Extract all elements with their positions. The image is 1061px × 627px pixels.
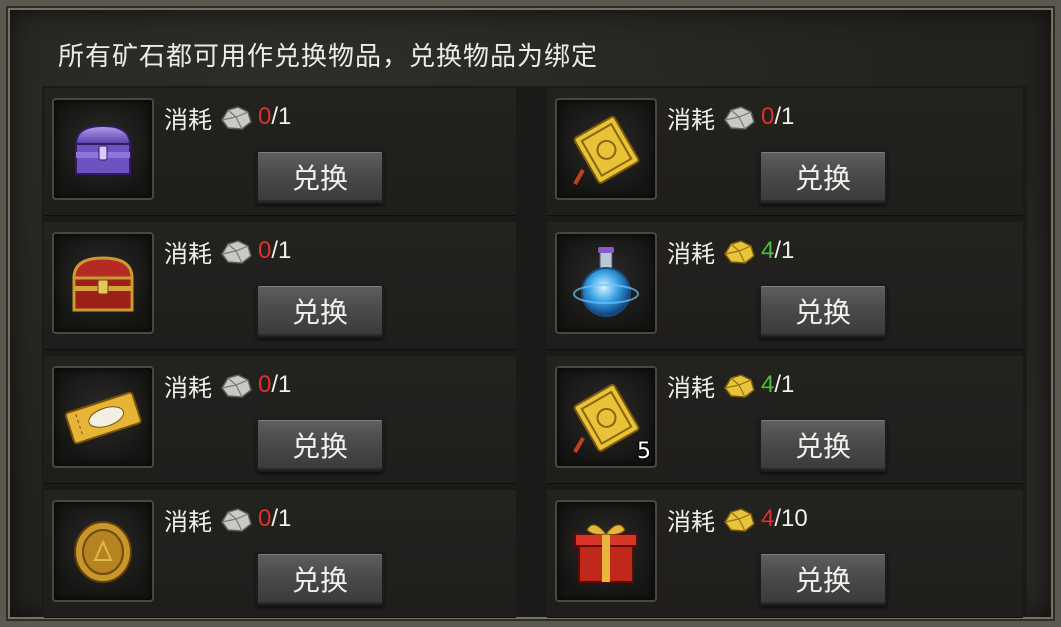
ore-amount: 0/1 — [258, 103, 291, 131]
silver-ore-icon — [221, 106, 252, 130]
required-count: /1 — [271, 103, 292, 130]
exchange-row: 消耗 0/1 兑换 — [44, 490, 516, 618]
cost-label: 消耗 — [667, 239, 715, 268]
item-slot[interactable] — [52, 232, 154, 334]
ore-amount: 4/10 — [761, 505, 808, 533]
required-count: /1 — [774, 103, 795, 130]
exchange-row: 消耗 0/1 兑换 — [44, 88, 516, 216]
item-count: 5 — [637, 439, 651, 464]
cost-line: 消耗 0/1 — [164, 368, 291, 402]
exchange-row: 消耗 4/1 兑换 — [547, 222, 1023, 350]
exchange-button[interactable]: 兑换 — [759, 418, 887, 472]
cost-line: 消耗 4/1 — [667, 234, 794, 268]
cost-label: 消耗 — [667, 373, 715, 402]
silver-ore-icon — [724, 106, 755, 130]
required-count: /1 — [774, 371, 795, 398]
cost-label: 消耗 — [667, 507, 715, 536]
cost-label: 消耗 — [164, 373, 212, 402]
ore-amount: 0/1 — [258, 371, 291, 399]
gold-card-icon — [573, 383, 640, 453]
gold-ore-icon — [724, 240, 755, 264]
cost-line: 消耗 0/1 — [164, 100, 291, 134]
exchange-button[interactable]: 兑换 — [759, 284, 887, 338]
item-slot[interactable] — [555, 500, 657, 602]
exchange-row: 消耗 0/1 兑换 — [547, 88, 1023, 216]
item-slot[interactable] — [555, 98, 657, 200]
item-slot[interactable] — [52, 366, 154, 468]
exchange-row: 5 消耗 4/1 兑换 — [547, 356, 1023, 484]
exchange-row: 消耗 0/1 兑换 — [44, 356, 516, 484]
exchange-window: 所有矿石都可用作兑换物品，兑换物品为绑定 消耗 0/1 兑换 消耗 0/1 兑换… — [0, 0, 1061, 627]
owned-count: 4 — [761, 371, 775, 398]
item-slot[interactable]: 5 — [555, 366, 657, 468]
exchange-button[interactable]: 兑换 — [256, 418, 384, 472]
required-count: /1 — [271, 237, 292, 264]
owned-count: 0 — [258, 505, 272, 532]
cost-line: 消耗 4/10 — [667, 502, 808, 536]
cost-label: 消耗 — [164, 507, 212, 536]
cost-line: 消耗 0/1 — [667, 100, 794, 134]
required-count: /10 — [774, 505, 808, 532]
cost-line: 消耗 0/1 — [164, 234, 291, 268]
exchange-button[interactable]: 兑换 — [759, 150, 887, 204]
red-gift-box-icon — [574, 524, 638, 583]
silver-ore-icon — [221, 508, 252, 532]
owned-count: 0 — [761, 103, 775, 130]
required-count: /1 — [774, 237, 795, 264]
item-slot[interactable] — [555, 232, 657, 334]
cost-label: 消耗 — [667, 105, 715, 134]
exchange-button[interactable]: 兑换 — [256, 150, 384, 204]
cost-label: 消耗 — [164, 105, 212, 134]
owned-count: 0 — [258, 103, 272, 130]
cost-line: 消耗 0/1 — [164, 502, 291, 536]
cost-line: 消耗 4/1 — [667, 368, 794, 402]
item-slot[interactable] — [52, 98, 154, 200]
ore-amount: 4/1 — [761, 371, 794, 399]
gold-ore-icon — [724, 508, 755, 532]
exchange-button[interactable]: 兑换 — [256, 284, 384, 338]
exchange-button[interactable]: 兑换 — [759, 552, 887, 606]
red-chest-icon — [72, 256, 134, 312]
ore-amount: 4/1 — [761, 237, 794, 265]
owned-count: 0 — [258, 371, 272, 398]
gold-ore-icon — [724, 374, 755, 398]
required-count: /1 — [271, 505, 292, 532]
owned-count: 4 — [761, 237, 775, 264]
ore-amount: 0/1 — [258, 237, 291, 265]
exchange-row: 消耗 0/1 兑换 — [44, 222, 516, 350]
required-count: /1 — [271, 371, 292, 398]
cost-label: 消耗 — [164, 239, 212, 268]
owned-count: 4 — [761, 505, 775, 532]
gold-coin-icon — [74, 521, 132, 583]
ore-amount: 0/1 — [761, 103, 794, 131]
window-title: 所有矿石都可用作兑换物品，兑换物品为绑定 — [58, 42, 599, 72]
silver-ore-icon — [221, 240, 252, 264]
exchange-row: 消耗 4/10 兑换 — [547, 490, 1023, 618]
item-slot[interactable] — [52, 500, 154, 602]
purple-chest-icon — [74, 124, 132, 175]
gold-card-icon — [573, 115, 640, 185]
silver-ore-icon — [221, 374, 252, 398]
exchange-button[interactable]: 兑换 — [256, 552, 384, 606]
gold-ticket-icon — [64, 391, 142, 445]
ore-amount: 0/1 — [258, 505, 291, 533]
blue-potion-icon — [573, 247, 639, 317]
owned-count: 0 — [258, 237, 272, 264]
